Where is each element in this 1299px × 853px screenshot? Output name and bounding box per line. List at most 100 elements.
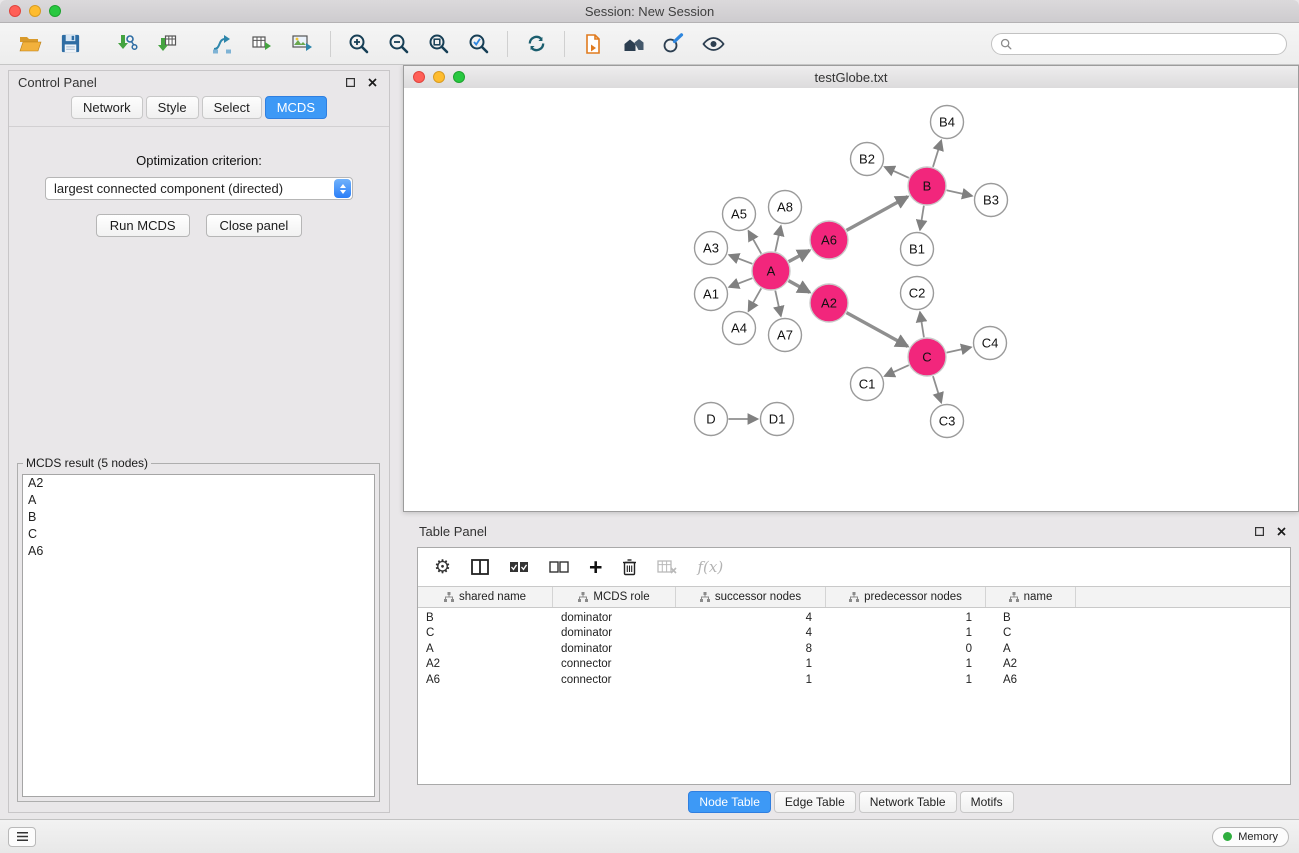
result-item[interactable]: B — [23, 509, 374, 526]
export-network-button[interactable] — [202, 27, 242, 61]
apply-style-button[interactable] — [653, 27, 693, 61]
graph-node-A6[interactable]: A6 — [810, 221, 848, 259]
graph-node-C3[interactable]: C3 — [931, 405, 964, 438]
column-header-predecessor-nodes[interactable]: predecessor nodes — [826, 587, 986, 607]
graph-node-B4[interactable]: B4 — [931, 106, 964, 139]
graph-node-C1[interactable]: C1 — [851, 368, 884, 401]
import-network-file-button[interactable] — [106, 27, 146, 61]
graph-node-C[interactable]: C — [908, 338, 946, 376]
graph-edge-A6-B[interactable] — [847, 197, 908, 231]
network-document-button[interactable] — [573, 27, 613, 61]
import-table-file-button[interactable] — [146, 27, 186, 61]
table-close-panel-icon[interactable] — [1274, 524, 1289, 539]
graph-node-C2[interactable]: C2 — [901, 277, 934, 310]
graph-edge-A-A8[interactable] — [775, 226, 781, 251]
graph-edge-C-C2[interactable] — [920, 312, 924, 337]
graph-node-A3[interactable]: A3 — [695, 232, 728, 265]
table-cell[interactable]: connector — [553, 658, 676, 670]
select-all-button[interactable] — [509, 555, 529, 579]
column-header-successor-nodes[interactable]: successor nodes — [676, 587, 826, 607]
result-item[interactable]: A — [23, 492, 374, 509]
export-table-button[interactable] — [242, 27, 282, 61]
graph-node-A5[interactable]: A5 — [723, 198, 756, 231]
result-item[interactable]: A6 — [23, 543, 374, 560]
close-panel-icon[interactable] — [365, 75, 380, 90]
table-cell[interactable]: dominator — [553, 612, 676, 624]
graph-node-A2[interactable]: A2 — [810, 284, 848, 322]
float-panel-icon[interactable] — [343, 75, 358, 90]
table-cell[interactable]: 0 — [826, 643, 986, 655]
table-cell[interactable]: C — [986, 627, 1076, 639]
save-session-button[interactable] — [50, 27, 90, 61]
graph-node-D1[interactable]: D1 — [761, 403, 794, 436]
tab-network-table[interactable]: Network Table — [859, 791, 957, 813]
graph-node-B3[interactable]: B3 — [975, 184, 1008, 217]
graph-node-B[interactable]: B — [908, 167, 946, 205]
tab-mcds[interactable]: MCDS — [265, 96, 327, 119]
graph-edge-C-C3[interactable] — [933, 376, 941, 402]
network-close-icon[interactable] — [413, 71, 425, 83]
network-graph[interactable]: B4B2BB3A5A8A6A3B1AA1C2A2A4A7CC4C1C3DD1 — [404, 88, 1298, 511]
table-settings-button[interactable]: ⚙ — [434, 555, 451, 579]
table-cell[interactable]: 1 — [676, 658, 826, 670]
table-cell[interactable]: B — [418, 612, 553, 624]
table-row[interactable]: Adominator80A — [418, 641, 1290, 657]
graph-node-B2[interactable]: B2 — [851, 143, 884, 176]
run-mcds-button[interactable]: Run MCDS — [96, 214, 190, 237]
delete-table-button[interactable] — [657, 555, 677, 579]
graph-edge-B-B3[interactable] — [947, 190, 972, 196]
graph-edge-B-B4[interactable] — [933, 141, 941, 167]
graph-node-A4[interactable]: A4 — [723, 312, 756, 345]
graph-node-A7[interactable]: A7 — [769, 319, 802, 352]
table-cell[interactable]: C — [418, 627, 553, 639]
table-cell[interactable]: A2 — [418, 658, 553, 670]
open-session-button[interactable] — [10, 27, 50, 61]
show-graphics-button[interactable] — [693, 27, 733, 61]
graph-node-C4[interactable]: C4 — [974, 327, 1007, 360]
column-header-MCDS-role[interactable]: MCDS role — [553, 587, 676, 607]
graph-edge-A2-C[interactable] — [847, 313, 908, 347]
table-cell[interactable]: B — [986, 612, 1076, 624]
result-item[interactable]: C — [23, 526, 374, 543]
close-window-icon[interactable] — [9, 5, 21, 17]
zoom-selected-button[interactable] — [459, 27, 499, 61]
table-row[interactable]: Bdominator41B — [418, 610, 1290, 626]
graph-edge-A-A2[interactable] — [789, 281, 810, 293]
table-cell[interactable]: 1 — [676, 674, 826, 686]
network-minimize-icon[interactable] — [433, 71, 445, 83]
close-panel-button[interactable]: Close panel — [206, 214, 303, 237]
table-cell[interactable]: 1 — [826, 658, 986, 670]
table-cell[interactable]: 1 — [826, 674, 986, 686]
graph-edge-B-B2[interactable] — [885, 167, 909, 178]
task-history-button[interactable] — [8, 827, 36, 847]
column-header-name[interactable]: name — [986, 587, 1076, 607]
graph-node-B1[interactable]: B1 — [901, 233, 934, 266]
graph-edge-A-A5[interactable] — [749, 231, 762, 254]
graph-edge-A-A1[interactable] — [729, 278, 752, 287]
mcds-result-list[interactable]: A2ABCA6 — [22, 474, 375, 797]
table-cell[interactable]: 4 — [676, 627, 826, 639]
table-cell[interactable]: A6 — [418, 674, 553, 686]
graph-edge-A-A4[interactable] — [749, 288, 762, 311]
table-cell[interactable]: 1 — [826, 627, 986, 639]
refresh-button[interactable] — [516, 27, 556, 61]
tab-select[interactable]: Select — [202, 96, 262, 119]
memory-button[interactable]: Memory — [1212, 827, 1289, 847]
graph-edge-A-A6[interactable] — [789, 250, 810, 261]
function-builder-button[interactable]: f(x) — [697, 555, 723, 579]
network-maximize-icon[interactable] — [453, 71, 465, 83]
tab-node-table[interactable]: Node Table — [688, 791, 771, 813]
graph-edge-C-C1[interactable] — [885, 365, 909, 376]
graph-node-A8[interactable]: A8 — [769, 191, 802, 224]
table-cell[interactable]: A — [986, 643, 1076, 655]
table-cell[interactable]: 8 — [676, 643, 826, 655]
graph-node-D[interactable]: D — [695, 403, 728, 436]
network-canvas[interactable]: B4B2BB3A5A8A6A3B1AA1C2A2A4A7CC4C1C3DD1 — [404, 88, 1298, 511]
graph-edge-B-B1[interactable] — [920, 206, 924, 230]
table-cell[interactable]: 1 — [826, 612, 986, 624]
table-row[interactable]: Cdominator41C — [418, 626, 1290, 642]
table-cell[interactable]: dominator — [553, 627, 676, 639]
tab-network[interactable]: Network — [71, 96, 143, 119]
export-image-button[interactable] — [282, 27, 322, 61]
table-cell[interactable]: connector — [553, 674, 676, 686]
